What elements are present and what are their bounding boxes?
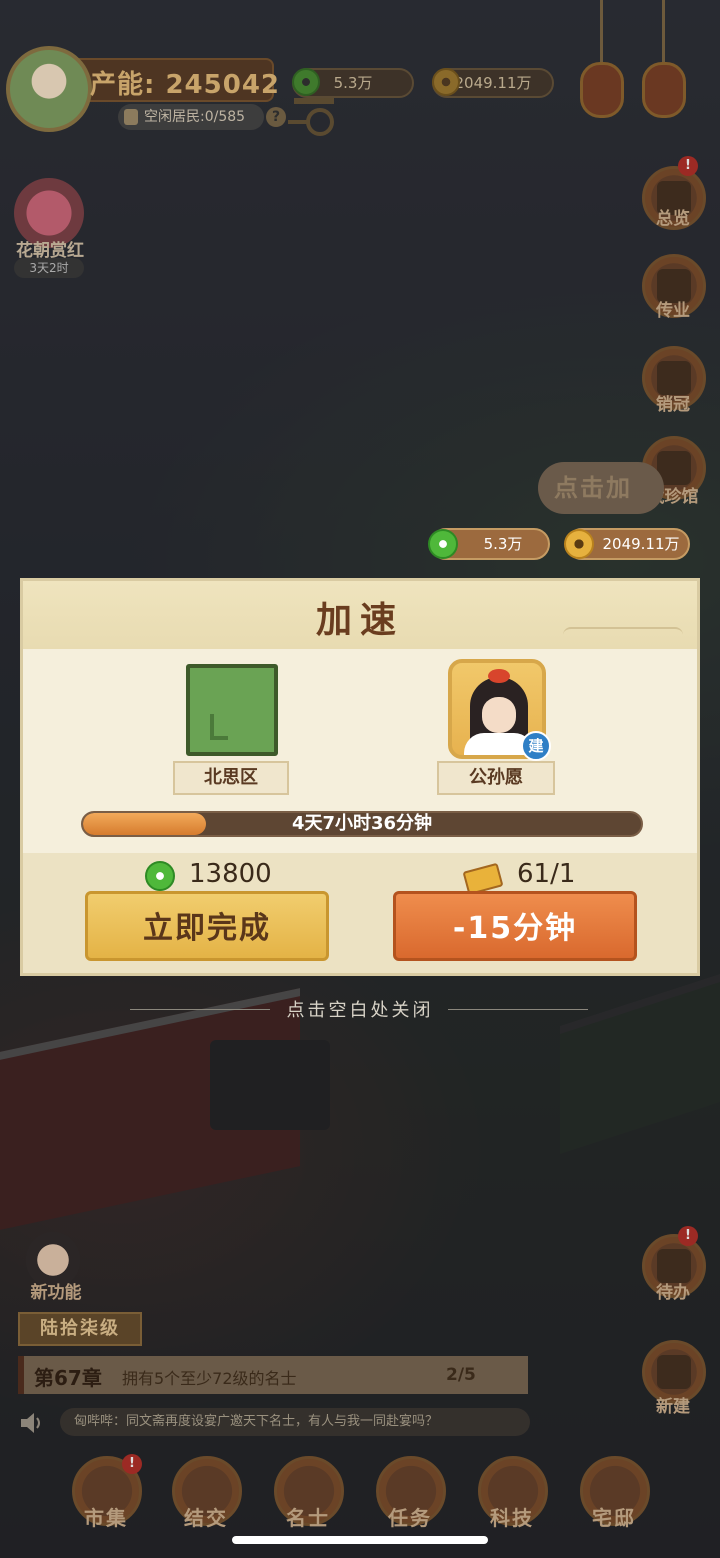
header-ornament [563,627,683,643]
building-mark [210,714,228,740]
broadcast-message[interactable]: 匈哔哔：同文斋再度设宴广邀天下名士，有人与我一同赴宴吗？ [60,1408,530,1436]
tab-tech[interactable]: 科技 [472,1502,552,1531]
player-avatar[interactable] [6,46,92,132]
portrait-face [482,697,516,733]
lantern-right-icon[interactable] [642,62,686,118]
idle-residents: 空闲居民:0/585 [118,104,264,130]
tab-mansion[interactable]: 宅邸 [574,1502,654,1531]
coin-amount: 2049.11万 [454,74,532,92]
jade-cost-icon [145,861,175,891]
production-value: 产能: 245042 [90,70,280,100]
portrait-flower [488,669,510,683]
build-house-icon [657,1355,691,1389]
home-indicator[interactable] [232,1536,488,1544]
building-name: 北思区 [173,761,289,795]
sales-label: 销冠 [656,395,690,415]
gold-coin-bright-icon [564,529,594,559]
build-progress-bar: 4天7小时36分钟 [81,811,643,837]
gold-coin-icon [432,68,460,96]
jade-amount-bright: 5.3万 [483,535,523,553]
lantern-cord [662,0,665,66]
building-icon [186,664,278,756]
cart-icon[interactable] [288,96,340,136]
complete-now-button[interactable]: 立即完成 [85,891,329,961]
todo-label: 待办 [656,1283,690,1303]
idle-residents-label: 空闲居民:0/585 [144,109,246,125]
overview-badge: ! [678,156,698,176]
overview-label: 总览 [656,209,690,229]
new-feature-label: 新功能 [30,1283,82,1303]
tab-social[interactable]: 结交 [166,1502,246,1531]
help-icon[interactable]: ? [266,107,286,127]
close-hint: 点击空白处关闭 [286,1000,434,1021]
chapter-desc: 拥有5个至少72级的名士 [122,1369,297,1388]
tab-celebrity[interactable]: 名士 [268,1502,348,1531]
todo-badge: ! [678,1226,698,1246]
jade-coin-bright-icon [428,529,458,559]
tap-hint-bubble: 点击加 [538,462,664,514]
level-tag: 陆拾柒级 [18,1312,142,1346]
character-name: 公孙愿 [437,761,555,795]
market-badge: ! [122,1454,142,1474]
speedup-15min-button[interactable]: -15分钟 [393,891,637,961]
chapter-number: 第67章 [34,1366,102,1390]
ticket-count: 61/1 [517,859,576,889]
speaker-icon[interactable] [18,1410,44,1436]
lantern-left-icon[interactable] [580,62,624,118]
event-timer: 3天2时 [14,258,84,278]
close-hint-line-right [448,1009,588,1010]
tab-tasks[interactable]: 任务 [370,1502,450,1531]
build-role-badge: 建 [521,731,551,761]
jade-coin-icon [292,68,320,96]
lantern-cord [600,0,603,66]
time-remaining: 4天7小时36分钟 [291,813,433,834]
jade-amount: 5.3万 [333,74,373,92]
tab-market[interactable]: 市集 [66,1502,146,1531]
jade-cost: 13800 [189,859,272,889]
chapter-progress: 2/5 [446,1365,476,1385]
resident-icon [124,109,138,125]
speedup-dialog: 加速 北思区 建 公孙愿 4天7小时36分钟 13800 61/1 立即完成 -… [20,578,700,976]
build-label: 新建 [656,1397,690,1417]
inherit-label: 传业 [656,301,690,321]
